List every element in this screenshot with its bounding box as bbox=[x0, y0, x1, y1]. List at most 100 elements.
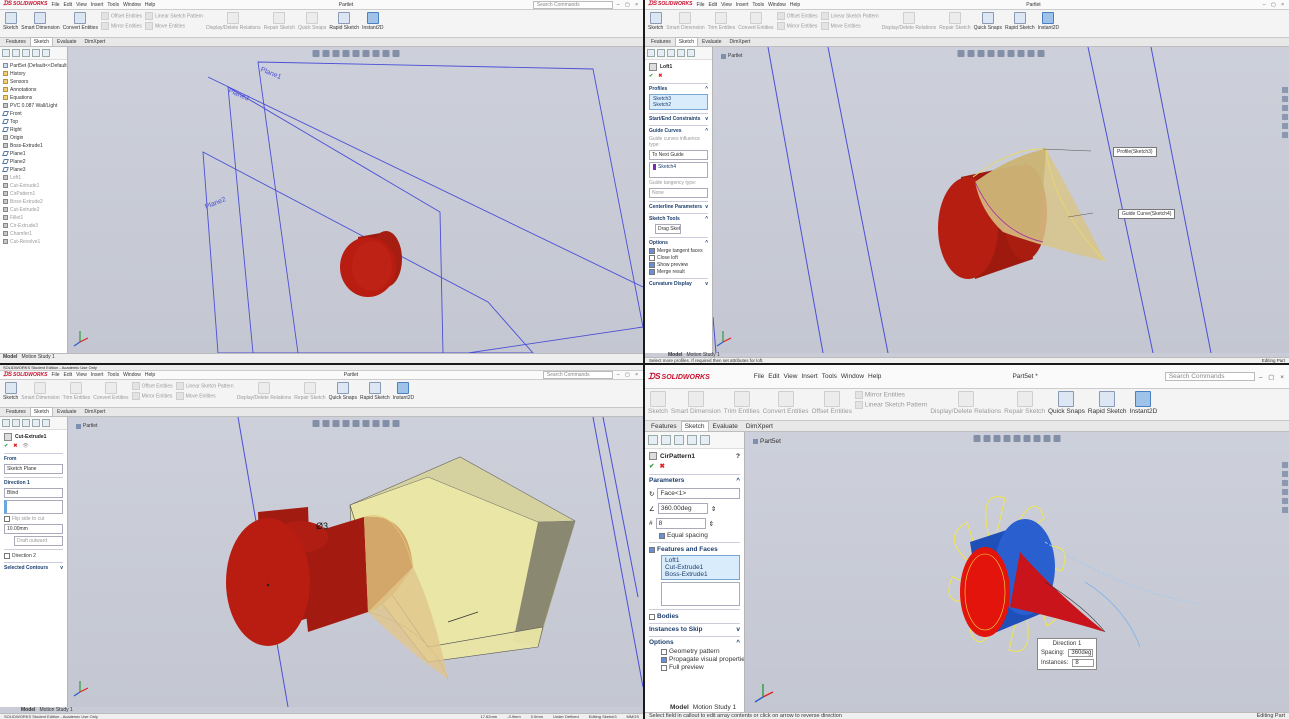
tree-item[interactable]: Annotations bbox=[3, 86, 64, 94]
view-orientation-icon[interactable] bbox=[352, 420, 359, 427]
relations-button[interactable]: Display/Delete Relations bbox=[206, 12, 261, 31]
tree-item[interactable]: Boss-Extrude1 bbox=[3, 142, 64, 150]
menu-help[interactable]: Help bbox=[868, 373, 881, 380]
linear-pattern-button[interactable]: Linear Sketch Pattern bbox=[176, 382, 234, 390]
appearance-icon[interactable] bbox=[1043, 435, 1051, 442]
custom-properties-icon[interactable] bbox=[1282, 132, 1288, 138]
sketch-button[interactable]: Sketch bbox=[3, 382, 18, 401]
tab-dimxpert[interactable]: DimXpert bbox=[742, 421, 777, 431]
tab-model[interactable]: Model bbox=[670, 704, 689, 712]
relations-button[interactable]: Display/Delete Relations bbox=[237, 382, 291, 401]
design-library-icon[interactable] bbox=[1282, 471, 1288, 477]
flip-side-checkbox[interactable]: Flip side to cut bbox=[4, 516, 63, 522]
scene-icon[interactable] bbox=[392, 420, 399, 427]
tree-item[interactable]: Cir-Extrude3 bbox=[3, 222, 64, 230]
tab-evaluate[interactable]: Evaluate bbox=[698, 37, 725, 46]
previous-view-icon[interactable] bbox=[332, 420, 339, 427]
tab-features[interactable]: Features bbox=[2, 37, 30, 46]
menu-tools[interactable]: Tools bbox=[752, 2, 764, 8]
ok-button[interactable]: ✔ bbox=[649, 462, 654, 470]
ok-button[interactable]: ✔ bbox=[4, 443, 8, 449]
menu-view[interactable]: View bbox=[76, 2, 87, 8]
profile-callout[interactable]: Profile(Sketch3) bbox=[1113, 147, 1157, 157]
previous-view-icon[interactable] bbox=[332, 50, 339, 57]
tree-item[interactable]: Origin bbox=[3, 134, 64, 142]
appearance-icon[interactable] bbox=[382, 420, 389, 427]
property-icon[interactable] bbox=[12, 49, 20, 57]
scene-icon[interactable] bbox=[392, 50, 399, 57]
section-view-icon[interactable] bbox=[1003, 435, 1011, 442]
tab-features[interactable]: Features bbox=[647, 37, 675, 46]
instant2d-button[interactable]: Instant2D bbox=[362, 12, 384, 31]
smart-dimension-button[interactable]: Smart Dimension bbox=[21, 12, 60, 31]
mirror-entities-button[interactable]: Mirror Entities bbox=[101, 22, 142, 30]
search-input[interactable]: Search Commands bbox=[1164, 372, 1255, 381]
direction-list[interactable] bbox=[4, 500, 63, 514]
tree-item[interactable]: Right bbox=[2, 126, 64, 134]
tab-sketch[interactable]: Sketch bbox=[680, 421, 709, 431]
appearance-icon[interactable] bbox=[382, 50, 389, 57]
tab-features[interactable]: Features bbox=[2, 407, 30, 416]
menu-tools[interactable]: Tools bbox=[822, 373, 837, 380]
model-view[interactable]: Ø3 bbox=[68, 417, 643, 707]
centerline-header[interactable]: Centerline Parameters v bbox=[649, 204, 708, 210]
menu-file[interactable]: File bbox=[754, 373, 764, 380]
menu-view[interactable]: View bbox=[783, 373, 797, 380]
tree-item[interactable]: Plane1 bbox=[2, 150, 64, 158]
menu-help[interactable]: Help bbox=[145, 2, 155, 8]
smart-dimension-button[interactable]: Smart Dimension bbox=[666, 12, 705, 31]
option-checkbox[interactable]: Merge result bbox=[649, 269, 708, 275]
resources-icon[interactable] bbox=[1282, 462, 1288, 468]
search-input[interactable]: Search Commands bbox=[532, 0, 613, 9]
direction2-header[interactable]: Direction 2 bbox=[4, 553, 63, 559]
menu-edit[interactable]: Edit bbox=[64, 2, 73, 8]
tree-item[interactable]: Boss-Extrude2 bbox=[3, 198, 64, 206]
quick-snaps-button[interactable]: Quick Snaps bbox=[1048, 391, 1085, 415]
custom-properties-icon[interactable] bbox=[1282, 507, 1288, 513]
tab-sketch[interactable]: Sketch bbox=[29, 407, 54, 416]
config-icon[interactable] bbox=[22, 49, 30, 57]
convert-entities-button[interactable]: Convert Entities bbox=[763, 391, 809, 415]
tree-item[interactable]: Cut-Revolve1 bbox=[3, 238, 64, 246]
profiles-header[interactable]: Profiles ^ bbox=[649, 86, 708, 92]
display-icon[interactable] bbox=[687, 49, 695, 57]
offset-entities-button[interactable]: Offset Entities bbox=[777, 12, 818, 20]
convert-entities-button[interactable]: Convert Entities bbox=[738, 12, 774, 31]
repair-sketch-button[interactable]: Repair Sketch bbox=[1004, 391, 1045, 415]
angle-input[interactable]: 360.00deg bbox=[657, 503, 708, 514]
tree-item[interactable]: Front bbox=[2, 110, 64, 118]
menu-view[interactable]: View bbox=[76, 372, 87, 378]
menu-window[interactable]: Window bbox=[123, 2, 141, 8]
config-icon[interactable] bbox=[22, 419, 30, 427]
file-explorer-icon[interactable] bbox=[1282, 105, 1288, 111]
breadcrumb[interactable]: Part5et bbox=[753, 438, 781, 445]
cancel-button[interactable]: ✖ bbox=[659, 462, 664, 470]
dimxpert-icon[interactable] bbox=[687, 435, 697, 445]
tab-sketch[interactable]: Sketch bbox=[674, 37, 699, 46]
option-checkbox[interactable]: Geometry pattern bbox=[661, 648, 740, 655]
option-checkbox[interactable]: Show preview bbox=[649, 262, 708, 268]
guide-tangency-select[interactable]: None bbox=[649, 188, 708, 198]
dimxpert-icon[interactable] bbox=[32, 419, 40, 427]
equal-spacing-checkbox[interactable]: Equal spacing bbox=[659, 532, 740, 539]
menu-file[interactable]: File bbox=[696, 2, 704, 8]
tree-item[interactable]: Sensors bbox=[3, 78, 64, 86]
tree-item[interactable]: Chamfer1 bbox=[3, 230, 64, 238]
model-view[interactable] bbox=[745, 432, 1289, 712]
profiles-list[interactable]: Sketch3 Sketch2 bbox=[649, 94, 708, 110]
zoom-area-icon[interactable] bbox=[967, 50, 975, 57]
draft-outward[interactable]: Draft outward bbox=[14, 536, 63, 546]
view-palette-icon[interactable] bbox=[1282, 489, 1288, 495]
trim-entities-button[interactable]: Trim Entities bbox=[63, 382, 90, 401]
dimxpert-icon[interactable] bbox=[32, 49, 40, 57]
instances-skip-header[interactable]: Instances to Skip v bbox=[649, 626, 740, 633]
menu-insert[interactable]: Insert bbox=[91, 2, 104, 8]
depth-input[interactable]: 10.00mm bbox=[4, 524, 63, 534]
instances-input[interactable]: 8 bbox=[655, 518, 706, 529]
menu-insert[interactable]: Insert bbox=[801, 373, 817, 380]
rapid-sketch-button[interactable]: Rapid Sketch bbox=[360, 382, 390, 401]
display-style-icon[interactable] bbox=[362, 50, 369, 57]
options-header[interactable]: Options ^ bbox=[649, 240, 708, 246]
view-orientation-icon[interactable] bbox=[997, 50, 1005, 57]
dimxpert-icon[interactable] bbox=[677, 49, 685, 57]
